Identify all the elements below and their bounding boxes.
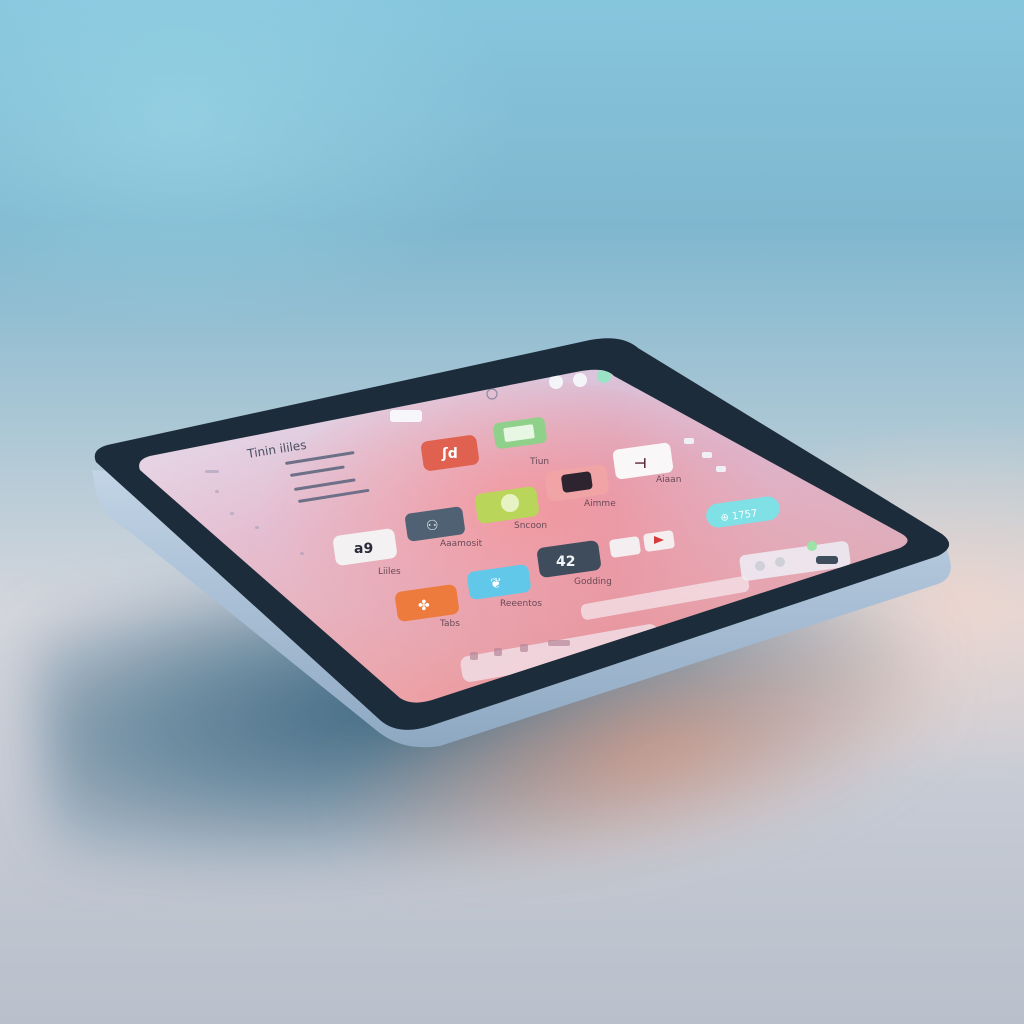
clock-glyph: 42 (556, 554, 575, 570)
phone-label: Sncoon (514, 521, 547, 531)
twitter-glyph: ❦ (490, 576, 502, 592)
side-icon[interactable] (716, 466, 726, 472)
dock-icon[interactable] (755, 561, 765, 571)
bottom-icon[interactable] (494, 648, 502, 656)
search-bar[interactable] (390, 410, 422, 422)
status-icon[interactable] (573, 373, 587, 387)
photos-label: Tiun (529, 457, 549, 467)
scene: Tinin ililes ʃd Tiun ⊣ Aiaan Aimme Sncoo… (0, 0, 1024, 1024)
bottom-icon[interactable] (520, 644, 528, 652)
clock-label: Godding (574, 577, 612, 587)
camera-label: Aimme (584, 499, 616, 509)
fan-label: Tabs (439, 619, 460, 629)
chat-label: Aaamosit (440, 539, 483, 549)
calendar-glyph: ʃd (441, 446, 458, 462)
dock-icon[interactable] (775, 557, 785, 567)
bottom-icon[interactable] (548, 640, 570, 646)
dock-icon[interactable] (807, 541, 817, 551)
tablet: Tinin ililes ʃd Tiun ⊣ Aiaan Aimme Sncoo… (92, 338, 951, 748)
calculator-label: Liiles (378, 567, 401, 577)
dock-icon[interactable] (816, 556, 838, 564)
fan-glyph: ✤ (418, 598, 430, 614)
pin-label: Aiaan (656, 475, 681, 485)
bottom-icon[interactable] (470, 652, 478, 660)
status-icon[interactable] (549, 375, 563, 389)
calculator-glyph: a9 (354, 541, 373, 557)
twitter-label: Reeentos (500, 599, 542, 609)
side-icon[interactable] (702, 452, 712, 458)
chat-glyph: ⚇ (426, 518, 439, 534)
pin-glyph: ⊣ (634, 456, 647, 472)
side-icon[interactable] (684, 438, 694, 444)
